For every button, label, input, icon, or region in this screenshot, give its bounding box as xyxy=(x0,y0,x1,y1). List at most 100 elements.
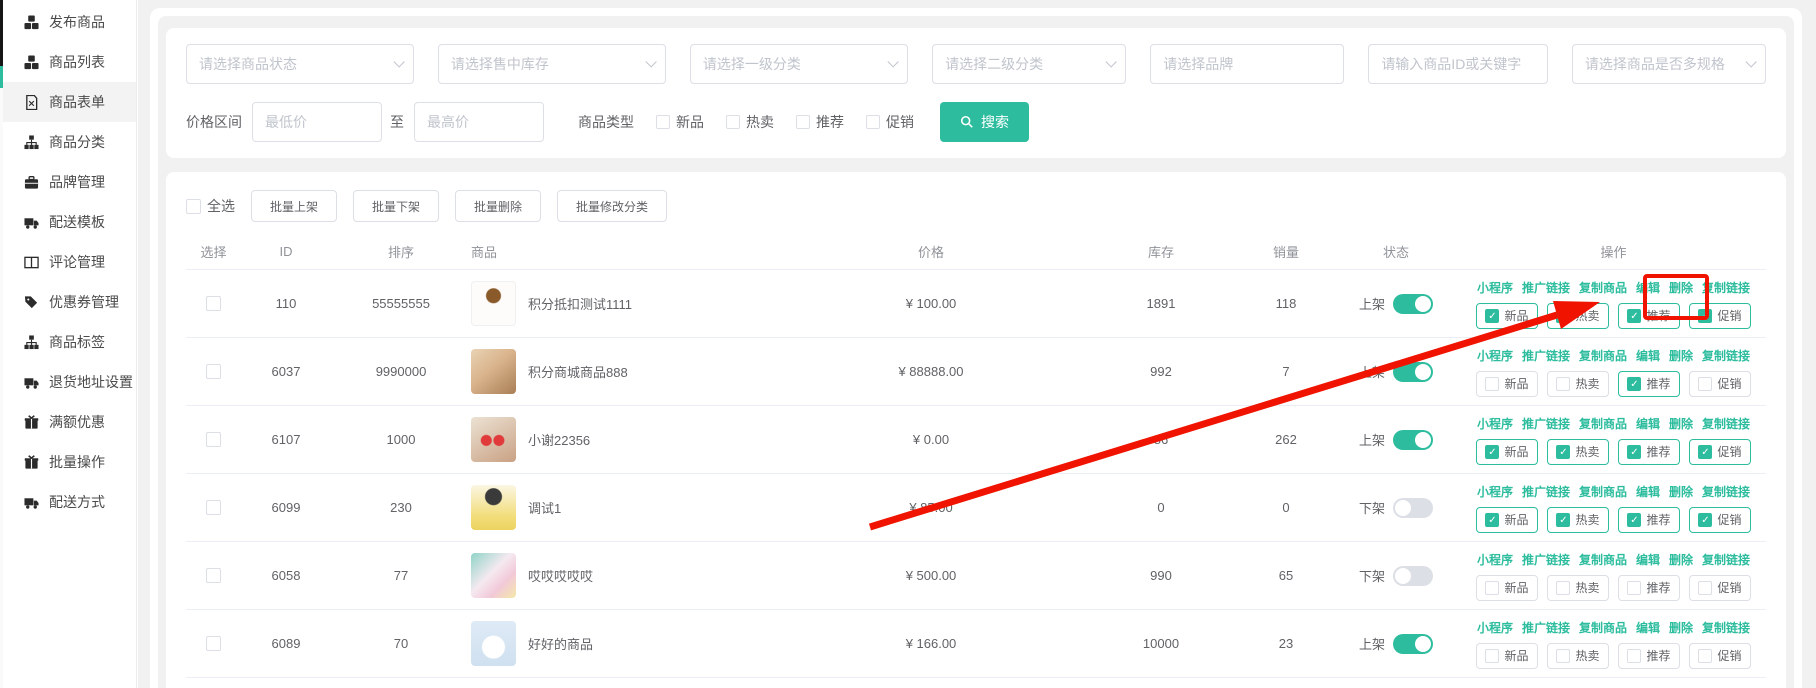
status-toggle[interactable] xyxy=(1393,362,1433,382)
action-link-小程序[interactable]: 小程序 xyxy=(1477,279,1513,296)
tag-checkbox-推荐[interactable]: ✓推荐 xyxy=(1618,507,1680,533)
action-link-编辑[interactable]: 编辑 xyxy=(1636,551,1660,568)
batch-button-2[interactable]: 批量下架 xyxy=(353,190,439,222)
sidebar-item-11[interactable]: 满额优惠 xyxy=(0,402,136,442)
tag-checkbox-促销[interactable]: 促销 xyxy=(1689,575,1751,601)
action-link-删除[interactable]: 删除 xyxy=(1669,619,1693,636)
row-checkbox[interactable] xyxy=(206,500,221,515)
action-link-编辑[interactable]: 编辑 xyxy=(1636,415,1660,432)
action-link-复制链接[interactable]: 复制链接 xyxy=(1702,279,1750,296)
filter-select-4[interactable]: 请选择二级分类 xyxy=(932,44,1126,84)
row-checkbox[interactable] xyxy=(206,432,221,447)
action-link-复制链接[interactable]: 复制链接 xyxy=(1702,483,1750,500)
row-checkbox[interactable] xyxy=(206,568,221,583)
tag-checkbox-热卖[interactable]: 热卖 xyxy=(1547,643,1609,669)
action-link-复制链接[interactable]: 复制链接 xyxy=(1702,415,1750,432)
left-scrollbar[interactable] xyxy=(0,0,3,688)
action-link-推广链接[interactable]: 推广链接 xyxy=(1522,483,1570,500)
action-link-小程序[interactable]: 小程序 xyxy=(1477,619,1513,636)
tag-checkbox-新品[interactable]: ✓新品 xyxy=(1476,439,1538,465)
action-link-复制链接[interactable]: 复制链接 xyxy=(1702,619,1750,636)
action-link-小程序[interactable]: 小程序 xyxy=(1477,483,1513,500)
action-link-小程序[interactable]: 小程序 xyxy=(1477,415,1513,432)
sidebar-item-10[interactable]: 退货地址设置 xyxy=(0,362,136,402)
status-toggle[interactable] xyxy=(1393,634,1433,654)
action-link-复制链接[interactable]: 复制链接 xyxy=(1702,551,1750,568)
filter-input-5[interactable]: 请选择品牌 xyxy=(1150,44,1344,84)
action-link-删除[interactable]: 删除 xyxy=(1669,551,1693,568)
action-link-推广链接[interactable]: 推广链接 xyxy=(1522,551,1570,568)
tag-checkbox-推荐[interactable]: ✓推荐 xyxy=(1618,371,1680,397)
sidebar-item-12[interactable]: 批量操作 xyxy=(0,442,136,482)
max-price-input[interactable] xyxy=(414,102,544,142)
search-button[interactable]: 搜索 xyxy=(940,102,1029,142)
filter-input-6[interactable]: 请输入商品ID或关键字 xyxy=(1368,44,1548,84)
action-link-复制商品[interactable]: 复制商品 xyxy=(1579,279,1627,296)
tag-checkbox-推荐[interactable]: ✓推荐 xyxy=(1618,303,1680,329)
tag-checkbox-热卖[interactable]: ✓热卖 xyxy=(1547,303,1609,329)
tag-checkbox-促销[interactable]: 促销 xyxy=(1689,643,1751,669)
tag-checkbox-促销[interactable]: 促销 xyxy=(1689,371,1751,397)
filter-select-1[interactable]: 请选择商品状态 xyxy=(186,44,414,84)
type-checkbox-1[interactable]: 新品 xyxy=(656,112,704,132)
action-link-小程序[interactable]: 小程序 xyxy=(1477,347,1513,364)
sidebar-item-4[interactable]: 商品分类 xyxy=(0,122,136,162)
tag-checkbox-热卖[interactable]: ✓热卖 xyxy=(1547,507,1609,533)
sidebar-item-9[interactable]: 商品标签 xyxy=(0,322,136,362)
filter-select-2[interactable]: 请选择售中库存 xyxy=(438,44,666,84)
tag-checkbox-新品[interactable]: ✓新品 xyxy=(1476,303,1538,329)
tag-checkbox-新品[interactable]: ✓新品 xyxy=(1476,507,1538,533)
status-toggle[interactable] xyxy=(1393,498,1433,518)
action-link-删除[interactable]: 删除 xyxy=(1669,347,1693,364)
tag-checkbox-新品[interactable]: 新品 xyxy=(1476,643,1538,669)
tag-checkbox-热卖[interactable]: 热卖 xyxy=(1547,371,1609,397)
tag-checkbox-热卖[interactable]: ✓热卖 xyxy=(1547,439,1609,465)
action-link-复制商品[interactable]: 复制商品 xyxy=(1579,551,1627,568)
type-checkbox-4[interactable]: 促销 xyxy=(866,112,914,132)
select-all[interactable]: 全选 xyxy=(186,196,235,216)
action-link-删除[interactable]: 删除 xyxy=(1669,415,1693,432)
action-link-编辑[interactable]: 编辑 xyxy=(1636,483,1660,500)
filter-select-3[interactable]: 请选择一级分类 xyxy=(690,44,908,84)
action-link-推广链接[interactable]: 推广链接 xyxy=(1522,619,1570,636)
tag-checkbox-新品[interactable]: 新品 xyxy=(1476,371,1538,397)
action-link-复制商品[interactable]: 复制商品 xyxy=(1579,483,1627,500)
sidebar-item-3[interactable]: 商品表单 xyxy=(0,82,136,122)
action-link-小程序[interactable]: 小程序 xyxy=(1477,551,1513,568)
action-link-复制商品[interactable]: 复制商品 xyxy=(1579,347,1627,364)
row-checkbox[interactable] xyxy=(206,364,221,379)
status-toggle[interactable] xyxy=(1393,294,1433,314)
action-link-复制链接[interactable]: 复制链接 xyxy=(1702,347,1750,364)
select-all-checkbox[interactable] xyxy=(186,199,201,214)
left-scrollbar-thumb[interactable] xyxy=(0,0,3,66)
status-toggle[interactable] xyxy=(1393,566,1433,586)
action-link-推广链接[interactable]: 推广链接 xyxy=(1522,279,1570,296)
batch-button-4[interactable]: 批量修改分类 xyxy=(557,190,667,222)
batch-button-3[interactable]: 批量删除 xyxy=(455,190,541,222)
action-link-编辑[interactable]: 编辑 xyxy=(1636,619,1660,636)
min-price-input[interactable] xyxy=(252,102,382,142)
type-checkbox-2[interactable]: 热卖 xyxy=(726,112,774,132)
tag-checkbox-推荐[interactable]: 推荐 xyxy=(1618,575,1680,601)
action-link-推广链接[interactable]: 推广链接 xyxy=(1522,347,1570,364)
filter-select-7[interactable]: 请选择商品是否多规格 xyxy=(1572,44,1766,84)
action-link-编辑[interactable]: 编辑 xyxy=(1636,347,1660,364)
action-link-复制商品[interactable]: 复制商品 xyxy=(1579,619,1627,636)
tag-checkbox-新品[interactable]: 新品 xyxy=(1476,575,1538,601)
tag-checkbox-热卖[interactable]: 热卖 xyxy=(1547,575,1609,601)
tag-checkbox-促销[interactable]: ✓促销 xyxy=(1689,439,1751,465)
tag-checkbox-推荐[interactable]: ✓推荐 xyxy=(1618,439,1680,465)
tag-checkbox-促销[interactable]: ✓促销 xyxy=(1689,507,1751,533)
action-link-编辑[interactable]: 编辑 xyxy=(1636,279,1660,296)
sidebar-item-13[interactable]: 配送方式 xyxy=(0,482,136,522)
sidebar-item-2[interactable]: 商品列表 xyxy=(0,42,136,82)
tag-checkbox-推荐[interactable]: 推荐 xyxy=(1618,643,1680,669)
sidebar-item-1[interactable]: 发布商品 xyxy=(0,2,136,42)
action-link-复制商品[interactable]: 复制商品 xyxy=(1579,415,1627,432)
action-link-删除[interactable]: 删除 xyxy=(1669,483,1693,500)
row-checkbox[interactable] xyxy=(206,296,221,311)
action-link-删除[interactable]: 删除 xyxy=(1669,279,1693,296)
tag-checkbox-促销[interactable]: ✓促销 xyxy=(1689,303,1751,329)
sidebar-item-7[interactable]: 评论管理 xyxy=(0,242,136,282)
type-checkbox-3[interactable]: 推荐 xyxy=(796,112,844,132)
